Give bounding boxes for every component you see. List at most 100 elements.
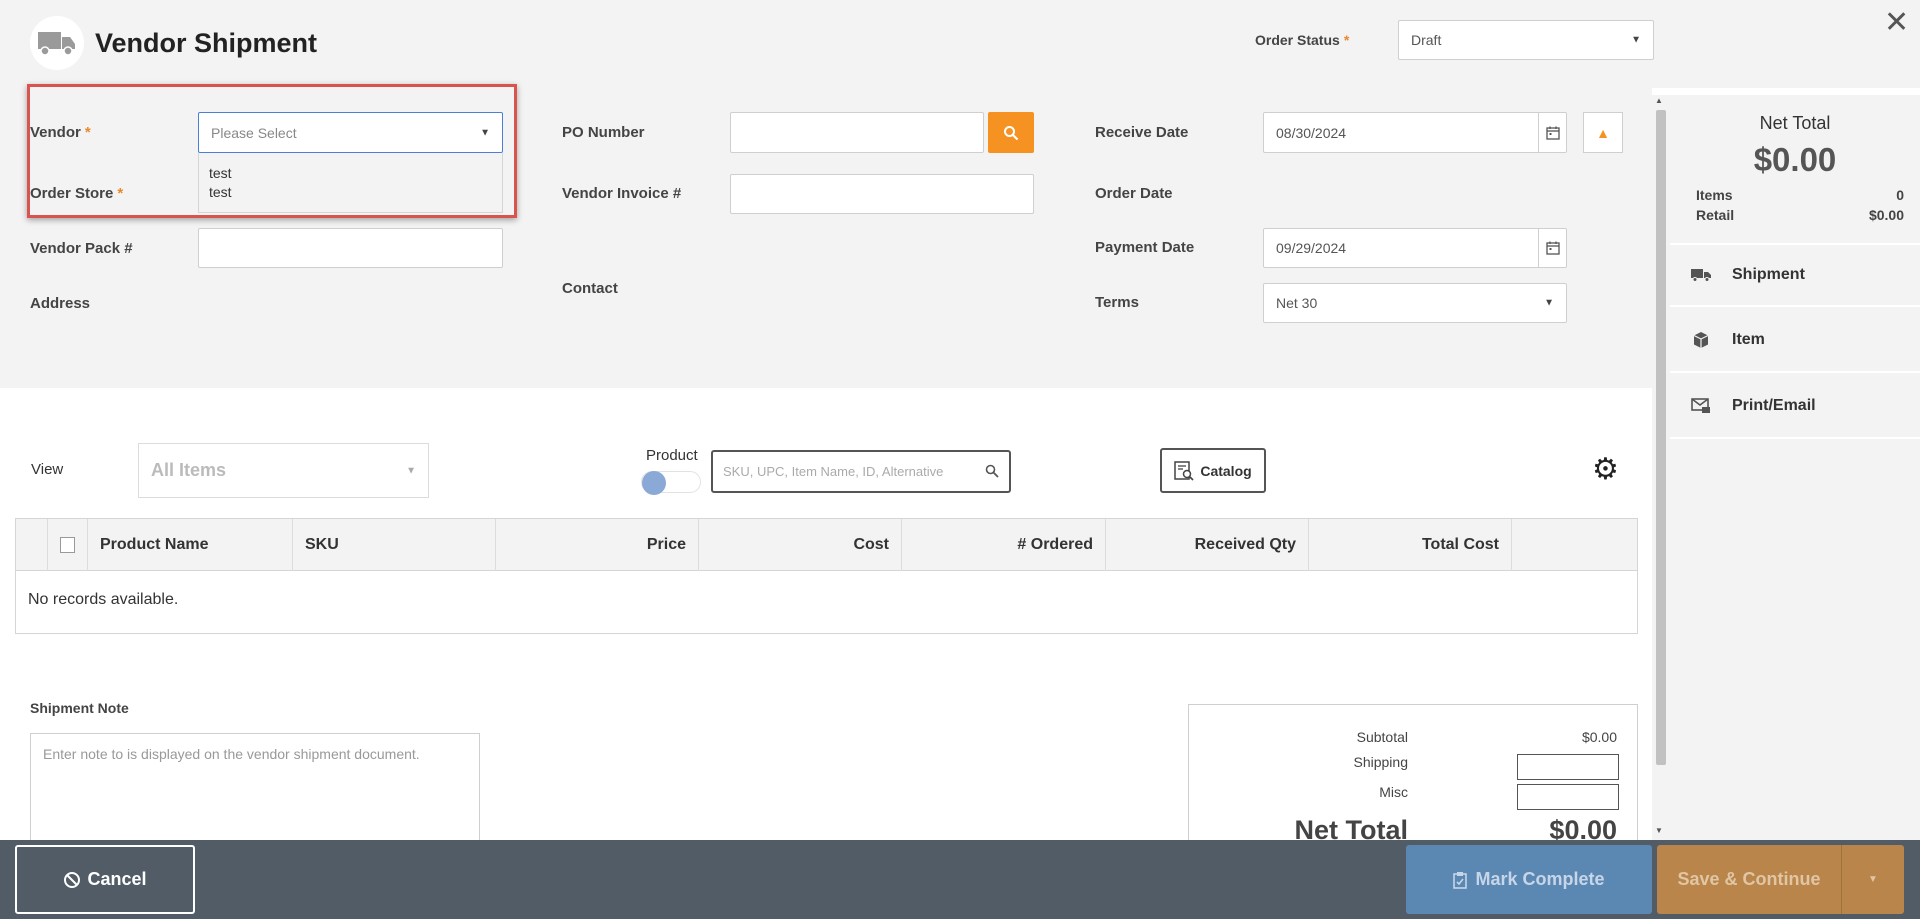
close-icon[interactable]: ✕: [1884, 8, 1909, 38]
vendor-invoice-label: Vendor Invoice #: [562, 185, 682, 202]
vendor-option[interactable]: test: [199, 183, 502, 201]
page-header: Vendor Shipment Order Status * Draft ▼ ✕: [0, 0, 1920, 88]
product-toggle-label: Product: [646, 447, 698, 464]
cancel-button[interactable]: Cancel: [15, 845, 195, 914]
truck-icon: [1690, 268, 1712, 282]
chevron-down-icon: ▼: [480, 127, 490, 138]
view-select[interactable]: All Items ▼: [138, 443, 429, 498]
receive-date-input[interactable]: 08/30/2024: [1263, 112, 1567, 153]
payment-date-label: Payment Date: [1095, 239, 1195, 256]
column-header[interactable]: Product Name: [88, 519, 293, 571]
receive-date-value: 08/30/2024: [1276, 124, 1347, 141]
column-header[interactable]: Price: [496, 519, 699, 571]
vendor-select[interactable]: Please Select ▼: [198, 112, 503, 153]
shipment-note-label: Shipment Note: [30, 700, 129, 716]
terms-select[interactable]: Net 30 ▼: [1263, 283, 1567, 323]
order-status-value: Draft: [1411, 32, 1442, 48]
mark-complete-label: Mark Complete: [1475, 869, 1605, 889]
sidebar-items-label: Items: [1696, 187, 1733, 203]
truck-logo-icon: [30, 16, 84, 70]
misc-input[interactable]: [1517, 784, 1619, 810]
chevron-down-icon: ▼: [406, 465, 416, 476]
totals-panel: Subtotal $0.00 Shipping Misc Net Total $…: [1188, 704, 1638, 845]
shipment-note-textarea[interactable]: Enter note to is displayed on the vendor…: [30, 733, 480, 853]
chevron-down-icon: ▼: [1868, 874, 1878, 885]
column-header[interactable]: Received Qty: [1106, 519, 1309, 571]
po-number-input[interactable]: [730, 112, 984, 153]
sidebar-items-value: 0: [1896, 187, 1904, 203]
column-header[interactable]: SKU: [293, 519, 496, 571]
order-status-select[interactable]: Draft ▼: [1398, 20, 1654, 60]
misc-label: Misc: [1379, 784, 1408, 800]
product-search-placeholder: SKU, UPC, Item Name, ID, Alternative: [723, 464, 944, 479]
table-empty-message: No records available.: [28, 591, 179, 608]
column-header[interactable]: # Ordered: [902, 519, 1106, 571]
receive-date-label: Receive Date: [1095, 124, 1189, 141]
vendor-dropdown-list: test test: [198, 153, 503, 213]
terms-value: Net 30: [1276, 295, 1318, 311]
order-date-label: Order Date: [1095, 185, 1173, 202]
contact-label: Contact: [562, 280, 618, 297]
view-label: View: [31, 461, 64, 478]
chevron-down-icon: ▼: [1544, 297, 1554, 309]
scrollbar-thumb[interactable]: [1656, 110, 1666, 765]
vendor-select-placeholder: Please Select: [211, 124, 297, 141]
cancel-icon: [64, 871, 81, 888]
settings-gear-icon[interactable]: ⚙: [1592, 455, 1619, 485]
sidebar-item-item[interactable]: Item: [1670, 309, 1920, 373]
toggle-knob: [642, 471, 666, 495]
catalog-button-label: Catalog: [1200, 462, 1252, 479]
catalog-icon: [1174, 460, 1194, 481]
caret-up-icon: ▲: [1596, 124, 1610, 141]
product-toggle[interactable]: [641, 471, 701, 495]
save-options-dropdown[interactable]: ▼: [1841, 845, 1904, 914]
select-all-cell: [48, 519, 88, 571]
shipping-input[interactable]: [1517, 754, 1619, 780]
view-select-value: All Items: [151, 460, 227, 480]
payment-date-value: 09/29/2024: [1276, 240, 1347, 256]
subtotal-label: Subtotal: [1356, 729, 1408, 745]
vendor-option[interactable]: test: [199, 153, 502, 183]
mark-complete-button[interactable]: Mark Complete: [1406, 845, 1652, 914]
column-header[interactable]: Cost: [699, 519, 902, 571]
sidebar-item-shipment[interactable]: Shipment: [1670, 243, 1920, 307]
address-label: Address: [30, 295, 91, 312]
calendar-icon[interactable]: [1538, 113, 1566, 152]
right-sidebar: Net Total $0.00 Items 0 Retail $0.00 Shi…: [1670, 95, 1920, 840]
sidebar-item-label: Item: [1732, 331, 1765, 348]
table-header-spacer: [16, 519, 48, 571]
save-continue-label: Save & Continue: [1677, 869, 1821, 889]
box-icon: [1690, 331, 1712, 349]
product-search-input[interactable]: SKU, UPC, Item Name, ID, Alternative: [711, 450, 1011, 493]
scroll-down-icon[interactable]: ▼: [1655, 826, 1663, 835]
catalog-button[interactable]: Catalog: [1160, 448, 1266, 493]
shipment-note-placeholder: Enter note to is displayed on the vendor…: [43, 746, 420, 762]
order-status-label: Order Status *: [1255, 32, 1350, 48]
sidebar-item-print-email[interactable]: Print/Email: [1670, 375, 1920, 439]
vendor-pack-input[interactable]: [198, 228, 503, 268]
po-search-button[interactable]: [988, 112, 1034, 153]
po-number-label: PO Number: [562, 124, 645, 141]
save-continue-button[interactable]: Save & Continue: [1657, 845, 1841, 914]
scroll-up-icon[interactable]: ▲: [1655, 96, 1663, 105]
cancel-button-label: Cancel: [87, 869, 147, 889]
search-icon: [1004, 125, 1019, 140]
sidebar-net-total-value: $0.00: [1753, 141, 1837, 178]
vendor-invoice-input[interactable]: [730, 174, 1034, 214]
select-all-checkbox[interactable]: [60, 537, 75, 553]
sidebar-retail-value: $0.00: [1868, 207, 1904, 223]
calendar-icon[interactable]: [1538, 229, 1566, 267]
collapse-button[interactable]: ▲: [1583, 112, 1623, 153]
sidebar-item-label: Print/Email: [1732, 397, 1816, 414]
payment-date-input[interactable]: 09/29/2024: [1263, 228, 1567, 268]
clipboard-check-icon: [1453, 871, 1468, 889]
sidebar-item-label: Shipment: [1732, 266, 1805, 283]
sidebar-retail-label: Retail: [1696, 207, 1735, 223]
search-icon[interactable]: [985, 464, 999, 478]
sidebar-net-total-label: Net Total: [1759, 113, 1831, 133]
table-header: Product Name SKU Price Cost # Ordered Re…: [16, 519, 1637, 571]
page-title: Vendor Shipment: [95, 28, 318, 58]
column-header[interactable]: Total Cost: [1309, 519, 1512, 571]
chevron-down-icon: ▼: [1631, 34, 1641, 46]
subtotal-value: $0.00: [1581, 729, 1617, 745]
